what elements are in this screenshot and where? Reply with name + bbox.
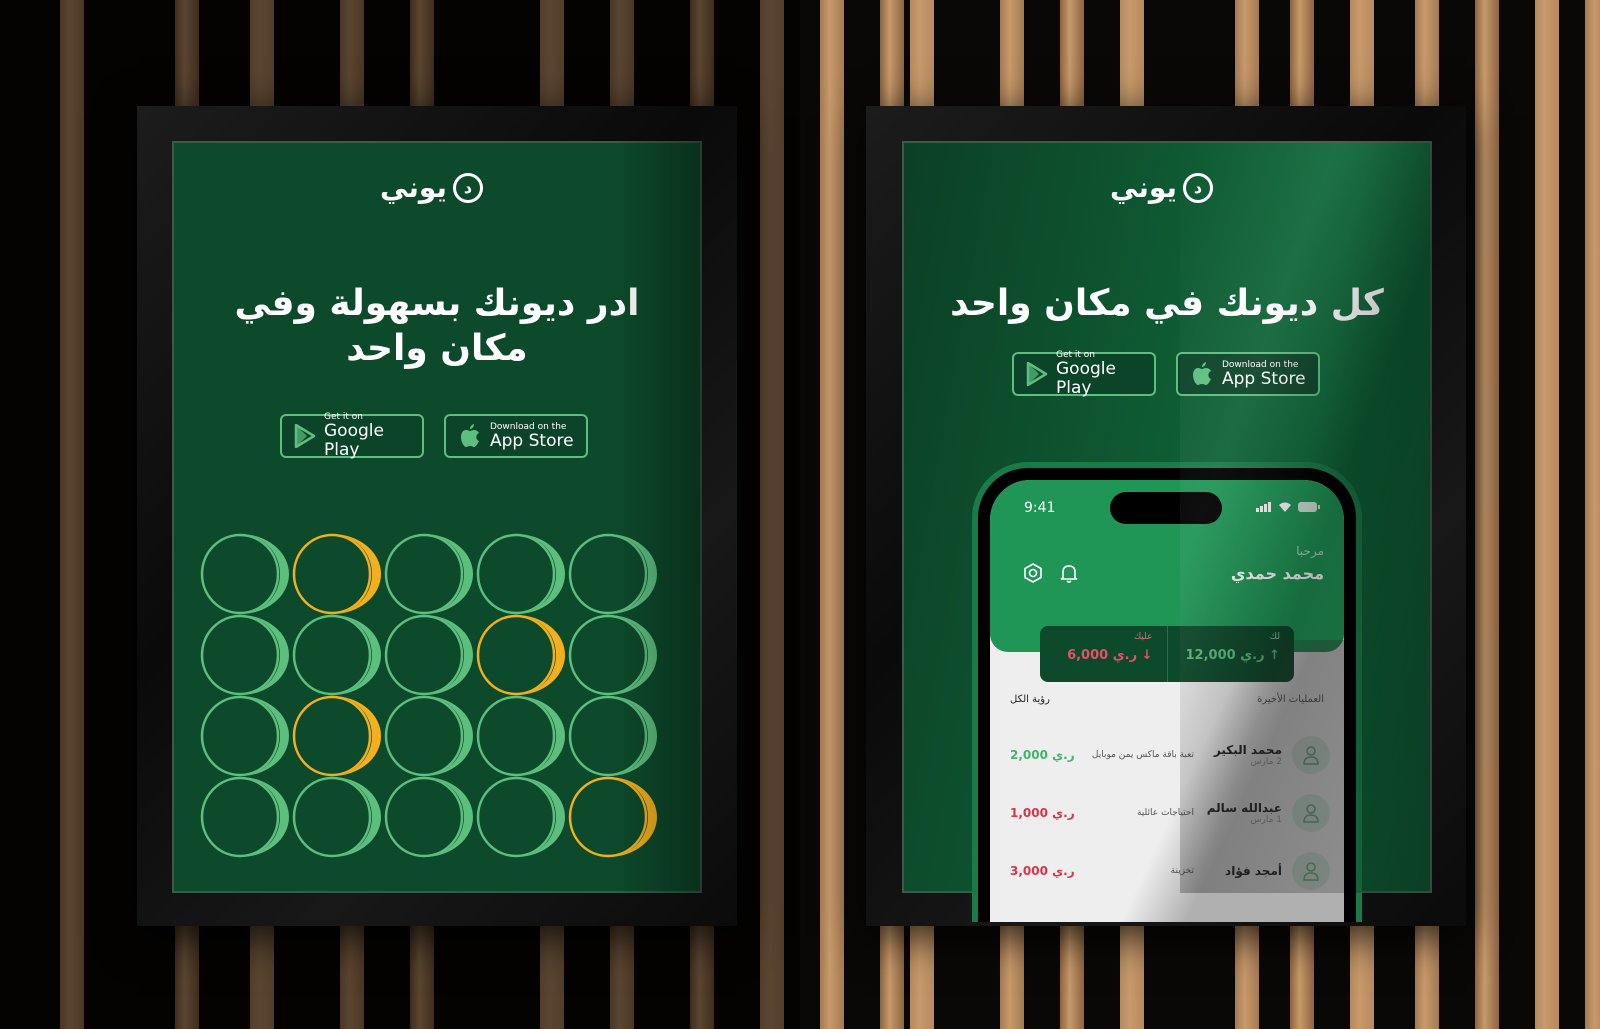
arrow-up-icon: ↑ <box>1269 648 1280 663</box>
ring <box>476 776 566 858</box>
transaction-date: 2 مارس <box>1250 757 1283 767</box>
status-icons <box>1256 502 1320 512</box>
google-play-big: Google Play <box>1056 359 1116 398</box>
you-owe-amount: 6,000 ر.ي <box>1067 648 1138 663</box>
ring <box>568 614 658 696</box>
ring <box>200 695 290 777</box>
google-play-button[interactable]: Get it on Google Play <box>1012 350 1156 398</box>
wood-slat <box>820 0 844 1029</box>
app-store-button[interactable]: Download on the App Store <box>1176 352 1320 396</box>
ring <box>384 776 474 858</box>
owed-to-you[interactable]: لك 12,000 ر.ي ↑ <box>1168 626 1295 682</box>
apple-icon <box>458 424 482 448</box>
transaction-description: احتياجات عائلية <box>1136 808 1194 818</box>
google-play-icon <box>1026 362 1048 386</box>
google-play-big: Google Play <box>324 421 384 460</box>
ring-pattern <box>200 533 670 863</box>
ring <box>384 614 474 696</box>
user-name: محمد حمدي <box>1230 564 1324 583</box>
recent-header: رؤية الكل العمليات الأخيرة <box>1010 694 1324 705</box>
ring <box>292 776 382 858</box>
greeting: مرحبا <box>1296 544 1324 558</box>
user-avatar-icon <box>1292 794 1330 832</box>
google-play-icon <box>294 424 316 448</box>
coin-icon: د <box>452 172 486 206</box>
arrow-down-icon: ↓ <box>1141 648 1153 663</box>
brand-logo: يوني د <box>380 171 486 206</box>
dynamic-island <box>1110 492 1222 524</box>
transaction-description: تعبة باقة ماكس يمن موبايل <box>1091 750 1194 760</box>
you-owe[interactable]: عليك 6,000 ر.ي ↓ <box>1040 626 1168 682</box>
transaction-amount: 1,000 ر.ي <box>1010 806 1075 820</box>
apple-icon <box>1190 362 1214 386</box>
transaction-row[interactable]: أمجد فؤاد تخزينة 3,000 ر.ي <box>1010 846 1330 896</box>
ring-highlighted <box>292 695 382 777</box>
bell-icon[interactable] <box>1058 562 1080 584</box>
you-owe-label: عليك <box>1133 632 1153 642</box>
brand-logo: يوني د <box>1110 171 1216 206</box>
user-avatar-icon <box>1292 736 1330 774</box>
app-store-big: App Store <box>490 430 574 451</box>
ring <box>384 695 474 777</box>
app-store-button[interactable]: Download on the App Store <box>444 414 588 458</box>
owed-to-you-amount: 12,000 ر.ي <box>1185 648 1265 663</box>
left-headline: ادر ديونك بسهولة وفي مكان واحد <box>172 281 702 371</box>
settings-icon[interactable] <box>1022 562 1044 584</box>
wood-slat <box>1535 0 1559 1029</box>
headline-line-1: ادر ديونك بسهولة وفي <box>234 283 640 324</box>
ring <box>476 533 566 615</box>
ring-highlighted <box>292 533 382 615</box>
app-store-small: Download on the <box>1222 359 1299 370</box>
owed-to-you-label: لك <box>1269 632 1280 642</box>
status-time: 9:41 <box>1024 500 1056 516</box>
transaction-date: 1 مارس <box>1250 815 1283 825</box>
transaction-row[interactable]: محمد البكير 2 مارس تعبة باقة ماكس يمن مو… <box>1010 730 1330 780</box>
header-actions <box>1022 562 1080 584</box>
logo-text: يوني <box>380 171 447 204</box>
balance-card: لك 12,000 ر.ي ↑ عليك 6,000 ر.ي ↓ <box>1040 626 1294 682</box>
recent-label: العمليات الأخيرة <box>1257 694 1324 705</box>
phone-screen: 9:41 مرحبا محمد حمدي لك 12,000 ر.ي ↑ علي… <box>990 480 1344 922</box>
ring <box>568 533 658 615</box>
ring-highlighted <box>568 776 658 858</box>
transaction-description: تخزينة <box>1170 866 1194 876</box>
ring <box>200 533 290 615</box>
ring <box>200 614 290 696</box>
ring <box>292 614 382 696</box>
see-all-link[interactable]: رؤية الكل <box>1010 694 1050 705</box>
ring <box>200 776 290 858</box>
left-poster: يوني د ادر ديونك بسهولة وفي مكان واحد Ge… <box>172 141 702 893</box>
wood-slat <box>1585 0 1600 1029</box>
transaction-row[interactable]: عبدالله سالم 1 مارس احتياجات عائلية 1,00… <box>1010 788 1330 838</box>
google-play-button[interactable]: Get it on Google Play <box>280 412 424 460</box>
transaction-amount: 2,000 ر.ي <box>1010 748 1075 762</box>
coin-icon: د <box>1182 172 1216 206</box>
wood-slat <box>1475 0 1499 1029</box>
ring <box>384 533 474 615</box>
transaction-amount: 3,000 ر.ي <box>1010 864 1075 878</box>
right-headline: كل ديونك في مكان واحد <box>950 283 1384 324</box>
signal-icon <box>1256 502 1271 512</box>
ring-highlighted <box>476 614 566 696</box>
headline-line-2: مكان واحد <box>346 328 528 369</box>
user-avatar-icon <box>1292 852 1330 890</box>
wifi-icon <box>1279 502 1291 512</box>
transaction-name: محمد البكير <box>1213 743 1282 757</box>
logo-text: يوني <box>1110 171 1177 204</box>
battery-icon <box>1298 502 1320 512</box>
phone-mockup: 9:41 مرحبا محمد حمدي لك 12,000 ر.ي ↑ علي… <box>972 462 1362 922</box>
transaction-name: أمجد فؤاد <box>1225 864 1282 878</box>
ring <box>476 695 566 777</box>
ring <box>568 695 658 777</box>
app-store-small: Download on the <box>490 421 567 432</box>
transaction-name: عبدالله سالم <box>1206 801 1282 815</box>
app-store-big: App Store <box>1222 368 1306 389</box>
